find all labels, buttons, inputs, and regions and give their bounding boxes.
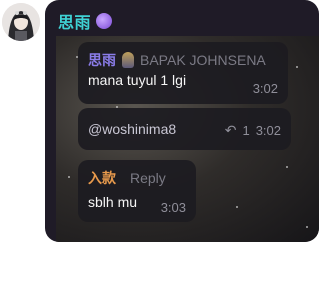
sender-name-text: 思雨 (58, 15, 92, 32)
sender-name[interactable]: 思雨 (58, 9, 113, 33)
message-group-bubble: 思雨 思雨 BAPAK JOHNSENA mana tuyul 1 lgi 3:… (45, 0, 319, 242)
message-1-author[interactable]: 思雨 (88, 50, 116, 70)
message-1-time: 3:02 (252, 81, 278, 96)
message-3-text: sblh mu (88, 194, 138, 210)
message-3-reply-action[interactable]: Reply (130, 170, 166, 186)
avatar[interactable] (2, 3, 40, 41)
purple-badge-icon (96, 13, 113, 29)
message-1[interactable]: 思雨 BAPAK JOHNSENA mana tuyul 1 lgi 3:02 (78, 42, 288, 104)
message-3-header: 入款 Reply (88, 168, 166, 188)
message-1-text: mana tuyul 1 lgi (88, 72, 187, 88)
reply-arrow-icon: ↶ (224, 122, 237, 138)
message-2-reply-count: 1 (242, 123, 250, 138)
message-2-text[interactable]: @woshinima8 (88, 121, 176, 137)
message-2-meta[interactable]: ↶ 1 3:02 (225, 122, 281, 139)
message-2-time: 3:02 (255, 123, 281, 138)
message-1-header: 思雨 BAPAK JOHNSENA (88, 50, 266, 70)
mini-avatar-icon (122, 52, 134, 68)
message-3-time: 3:03 (160, 200, 186, 215)
message-2[interactable]: @woshinima8 ↶ 1 3:02 (78, 108, 291, 150)
message-1-reply-target[interactable]: BAPAK JOHNSENA (140, 52, 266, 68)
message-3[interactable]: 入款 Reply sblh mu 3:03 (78, 160, 196, 222)
message-3-author[interactable]: 入款 (88, 168, 116, 188)
